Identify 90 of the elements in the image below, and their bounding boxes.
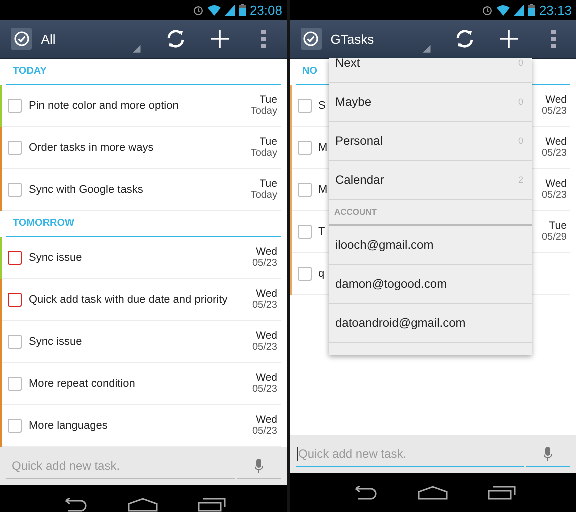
battery-icon (238, 4, 246, 16)
task-title: Sync issue (29, 336, 82, 348)
section-header: TOMORROW (6, 211, 280, 237)
task-checkbox[interactable] (298, 140, 312, 154)
overflow-dots-icon (550, 30, 556, 48)
task-date: 05/23 (542, 148, 567, 159)
task-title: More languages (29, 420, 108, 432)
task-date: Today (250, 190, 278, 201)
task-date: 05/29 (542, 232, 567, 243)
section-header: TODAY (6, 59, 280, 85)
task-checkbox[interactable] (298, 98, 312, 112)
task-checkbox[interactable] (298, 182, 312, 196)
home-button[interactable] (128, 498, 158, 512)
task-day: Tue (549, 220, 567, 232)
list-title[interactable]: GTasks (330, 32, 423, 46)
task-title: M (318, 184, 328, 196)
task-date: 05/23 (542, 106, 567, 117)
task-date: 05/23 (252, 384, 278, 395)
task-title: Quick add task with due date and priority (29, 294, 228, 306)
alarm-icon (482, 4, 494, 16)
task-row[interactable]: Pin note color and more option Tue Today (0, 85, 280, 127)
task-date: Today (250, 106, 278, 117)
quick-add-field[interactable]: Quick add new task. (6, 453, 234, 479)
status-time: 23:13 (539, 2, 572, 18)
task-date: 05/23 (252, 342, 278, 353)
task-day: Wed (256, 330, 278, 342)
task-title: q (318, 268, 325, 280)
task-title: Order tasks in more ways (29, 142, 154, 154)
microphone-icon (254, 458, 262, 472)
task-title: S (318, 100, 326, 112)
task-day: Wed (256, 414, 278, 426)
task-day: Wed (256, 288, 278, 300)
wifi-icon (497, 4, 510, 16)
task-day: Wed (256, 372, 278, 384)
task-checkbox[interactable] (298, 266, 312, 280)
task-title: T (318, 226, 326, 238)
task-day: Wed (546, 94, 567, 106)
microphone-icon (544, 446, 552, 460)
task-row[interactable]: Sync issue Wed 05/23 (0, 321, 280, 363)
task-title: M (318, 142, 328, 154)
task-date: Today (250, 148, 278, 159)
spinner-corner-icon (422, 45, 430, 53)
task-day: Wed (546, 136, 567, 148)
quick-add-bar[interactable]: Quick add new task. (290, 435, 576, 473)
account-item[interactable]: datoandroid@gmail.com (328, 304, 532, 343)
task-checkbox[interactable] (8, 250, 22, 264)
account-item[interactable]: ilooch@gmail.com (328, 226, 532, 265)
task-checkbox[interactable] (8, 418, 22, 432)
task-checkbox[interactable] (298, 224, 312, 238)
task-row[interactable]: Sync issue Wed 05/23 (0, 237, 280, 279)
task-title: Sync with Google tasks (29, 184, 144, 196)
task-row[interactable]: Sync with Google tasks Tue Today (0, 169, 280, 211)
task-checkbox[interactable] (8, 334, 22, 348)
app-check-icon[interactable] (11, 28, 32, 50)
task-checkbox[interactable] (8, 182, 22, 196)
recent-apps-button[interactable] (488, 486, 516, 500)
task-day: Tue (260, 178, 278, 190)
signal-icon (514, 4, 524, 16)
task-date: 05/23 (252, 300, 278, 311)
task-row[interactable]: Order tasks in more ways Tue Today (0, 127, 280, 169)
dropdown-section-header: ACCOUNT (328, 200, 532, 226)
task-checkbox[interactable] (8, 140, 22, 154)
account-item[interactable]: damon@togood.com (328, 265, 532, 304)
app-check-icon[interactable] (300, 28, 322, 50)
task-day: Tue (260, 94, 278, 106)
wifi-icon (208, 4, 221, 16)
quick-add-bar[interactable]: Quick add new task. (0, 447, 286, 485)
list-title[interactable]: All (41, 32, 134, 46)
task-checkbox[interactable] (8, 376, 22, 390)
task-day: Tue (260, 136, 278, 148)
battery-icon (528, 4, 536, 16)
task-title: Pin note color and more option (29, 100, 179, 112)
task-title: More repeat condition (29, 378, 136, 390)
task-row[interactable]: More repeat condition Wed 05/23 (0, 363, 280, 405)
task-date: 05/23 (252, 426, 278, 437)
alarm-icon (192, 4, 204, 16)
task-checkbox[interactable] (8, 292, 22, 306)
task-date: 05/23 (542, 190, 567, 201)
task-day: Wed (256, 246, 278, 258)
task-day: Wed (546, 178, 567, 190)
task-checkbox[interactable] (8, 98, 22, 112)
task-row[interactable]: Quick add task with due date and priority Wed 05/23 (0, 279, 280, 321)
status-time: 23:08 (250, 2, 282, 18)
task-title: Sync issue (29, 252, 82, 264)
signal-icon (224, 4, 235, 16)
spinner-corner-icon (133, 45, 141, 53)
recent-apps-button[interactable] (198, 498, 226, 512)
overflow-dots-icon (261, 30, 266, 48)
home-button[interactable] (418, 486, 448, 500)
task-date: 05/23 (252, 258, 278, 269)
